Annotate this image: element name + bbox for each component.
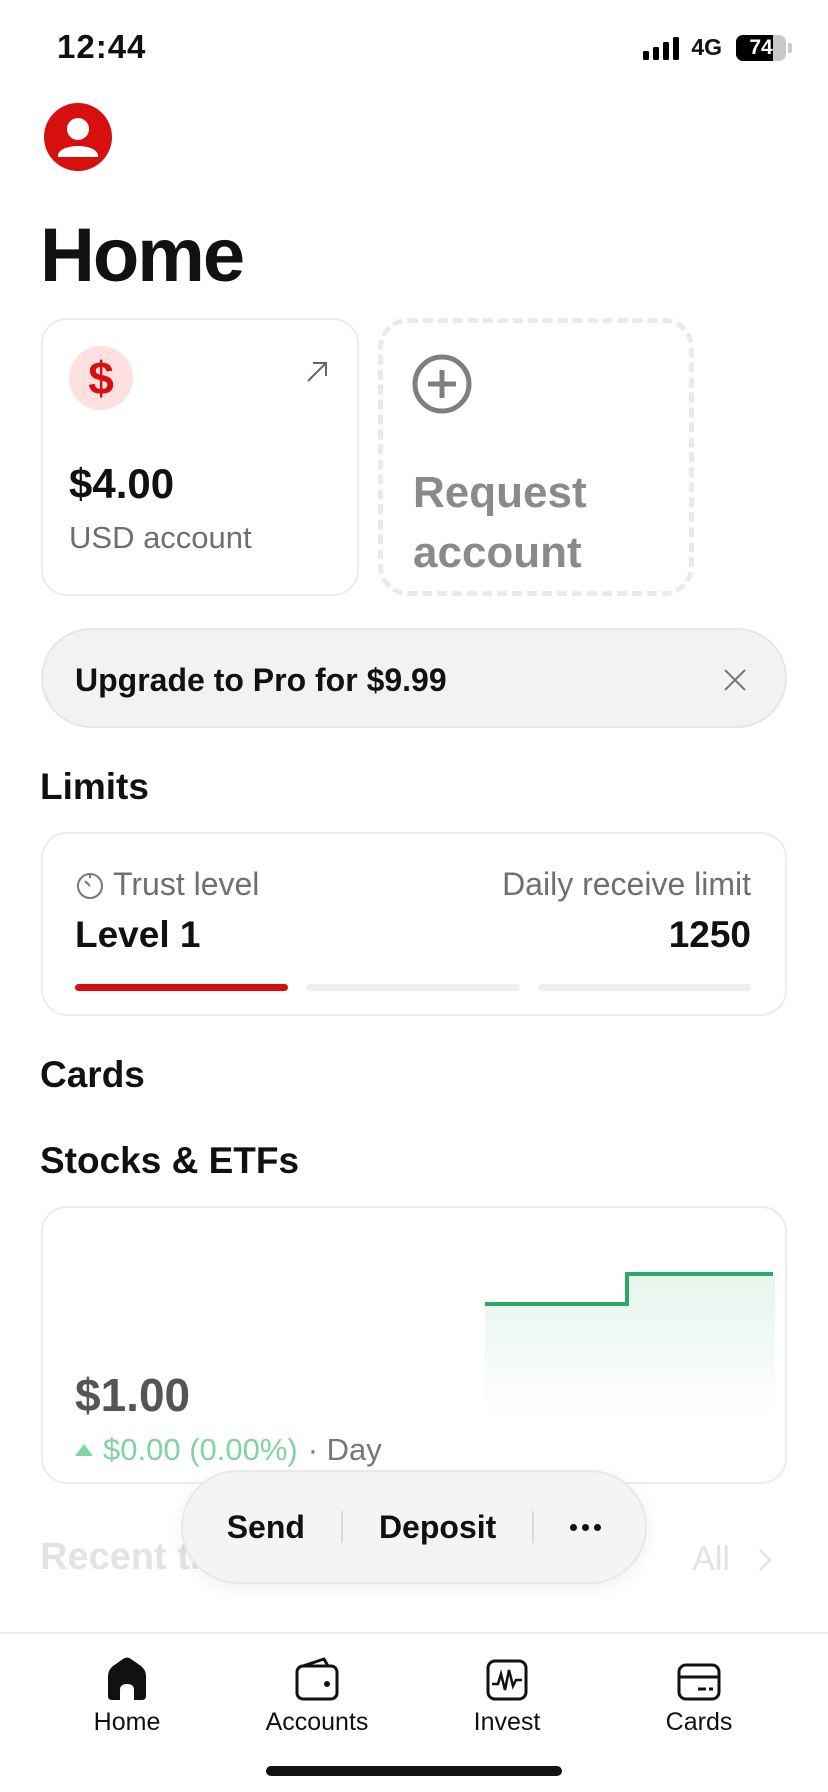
- plus-circle-icon: [411, 353, 473, 420]
- send-button[interactable]: Send: [191, 1509, 341, 1546]
- account-balance: $4.00: [69, 460, 175, 507]
- up-triangle-icon: [75, 1444, 93, 1456]
- wallet-icon: [222, 1652, 412, 1702]
- daily-limit-value: 1250: [668, 914, 751, 955]
- progress-segment: [75, 984, 289, 991]
- stocks-card[interactable]: $1.00 $0.00 (0.00%) · Day: [41, 1206, 787, 1484]
- daily-limit-label: Daily receive limit: [502, 866, 751, 902]
- progress-segment: [537, 984, 751, 991]
- chevron-right-icon: [759, 1548, 772, 1571]
- tab-accounts-label: Accounts: [265, 1708, 369, 1736]
- timer-icon: [77, 872, 103, 899]
- stocks-heading: Stocks & ETFs: [40, 1140, 300, 1181]
- tab-cards-label: Cards: [665, 1708, 733, 1736]
- stock-value: $1.00: [75, 1369, 191, 1421]
- home-icon: [32, 1652, 222, 1702]
- stock-sparkline: [485, 1272, 775, 1418]
- battery-tip: [788, 42, 792, 53]
- stock-change-row: $0.00 (0.00%) · Day: [75, 1432, 382, 1468]
- floating-action-bar: Send Deposit: [181, 1470, 647, 1584]
- home-indicator: [266, 1766, 562, 1776]
- tab-home-label: Home: [93, 1708, 161, 1736]
- tab-accounts[interactable]: Accounts: [222, 1652, 412, 1737]
- battery-icon: 74: [736, 34, 786, 61]
- trust-level-row: Trust level: [75, 866, 259, 903]
- cards-heading[interactable]: Cards: [40, 1054, 145, 1096]
- recent-transactions-heading: Recent tr: [40, 1536, 205, 1578]
- trust-level-label: Trust level: [113, 866, 260, 902]
- account-label: USD account: [69, 520, 252, 555]
- tab-invest[interactable]: Invest: [412, 1652, 602, 1737]
- status-time: 12:44: [57, 28, 147, 65]
- trust-level-value: Level 1: [75, 914, 201, 955]
- dollar-icon: $: [69, 346, 133, 410]
- limits-heading: Limits: [40, 766, 149, 807]
- deposit-button[interactable]: Deposit: [343, 1509, 532, 1546]
- upgrade-text: Upgrade to Pro for $9.99: [75, 662, 447, 698]
- profile-avatar-icon[interactable]: [44, 103, 112, 171]
- tab-invest-label: Invest: [473, 1708, 541, 1736]
- status-bar: 12:44 4G 74: [0, 0, 828, 100]
- more-options-icon[interactable]: [534, 1523, 637, 1531]
- stock-period: · Day: [307, 1432, 382, 1467]
- signal-icon: [643, 36, 680, 60]
- limits-card[interactable]: Trust level Level 1 Daily receive limit …: [41, 832, 787, 1016]
- arrow-up-right-icon: [305, 360, 329, 389]
- progress-segment: [306, 984, 520, 991]
- network-type: 4G: [691, 34, 722, 60]
- usd-account-card[interactable]: $ $4.00 USD account: [41, 318, 359, 596]
- see-all-label: All: [692, 1540, 730, 1578]
- card-icon: [604, 1652, 794, 1702]
- see-all-link[interactable]: All: [692, 1540, 772, 1579]
- stock-change: $0.00 (0.00%): [103, 1432, 298, 1467]
- page-title: Home: [40, 213, 245, 298]
- upgrade-banner[interactable]: Upgrade to Pro for $9.99: [41, 628, 787, 728]
- tab-cards[interactable]: Cards: [604, 1652, 794, 1737]
- trust-progress: [75, 984, 751, 991]
- close-icon[interactable]: [723, 668, 747, 692]
- invest-chart-icon: [412, 1652, 602, 1702]
- request-account-card[interactable]: Request account: [378, 318, 694, 596]
- request-account-label: Request account: [413, 468, 587, 577]
- battery-level: 74: [749, 35, 773, 59]
- tab-home[interactable]: Home: [32, 1652, 222, 1737]
- status-indicators: 4G 74: [643, 34, 792, 61]
